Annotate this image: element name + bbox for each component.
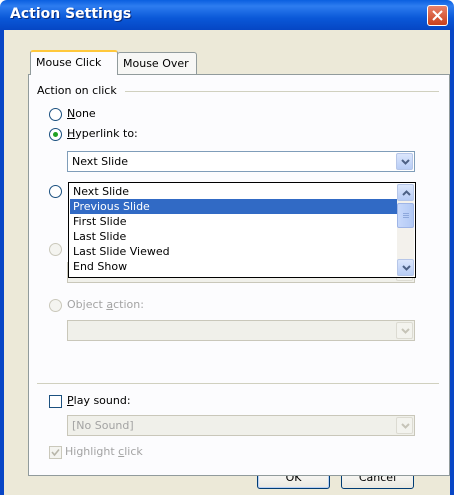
play-sound-checkbox[interactable]: [49, 395, 62, 408]
radio-selected-dot: [53, 132, 58, 137]
tab-mouse-over[interactable]: Mouse Over: [117, 52, 197, 74]
close-button[interactable]: [427, 5, 448, 26]
chevron-down-icon: [401, 159, 410, 165]
scroll-down-button[interactable]: [397, 259, 414, 276]
sound-combo-button: [396, 417, 413, 434]
section-divider: [37, 383, 439, 384]
radio-hidden-1[interactable]: [49, 185, 62, 198]
dropdown-option[interactable]: Next Slide: [70, 184, 398, 199]
dropdown-option[interactable]: Last Slide: [70, 229, 398, 244]
action-settings-dialog: Action Settings Mouse Click Mouse Over A…: [0, 0, 454, 495]
hyperlink-dropdown-list[interactable]: Next Slide Previous Slide First Slide La…: [68, 182, 416, 278]
hyperlink-combo-value: Next Slide: [72, 155, 128, 168]
radio-object-action-label: Object action:: [67, 298, 144, 311]
radio-hyperlink-label[interactable]: Hyperlink to:: [67, 127, 138, 140]
dropdown-option[interactable]: End Show: [70, 259, 398, 274]
object-action-combo-button: [396, 322, 413, 339]
chevron-down-icon: [401, 423, 410, 429]
radio-none-label[interactable]: None: [67, 107, 96, 120]
play-sound-label[interactable]: Play sound:: [67, 394, 131, 407]
dropdown-scrollbar[interactable]: [397, 184, 414, 276]
chevron-up-icon: [402, 190, 411, 196]
highlight-click-checkbox: [49, 446, 62, 459]
title-bar[interactable]: Action Settings: [0, 0, 454, 30]
window-frame-right: [450, 30, 454, 495]
hyperlink-combo[interactable]: Next Slide: [67, 151, 415, 172]
hyperlink-combo-button[interactable]: [396, 153, 413, 170]
chevron-down-icon: [402, 265, 411, 271]
window-title: Action Settings: [10, 6, 132, 22]
radio-object-action: [49, 299, 62, 312]
sound-combo: [No Sound]: [67, 415, 415, 436]
action-group-label: Action on click: [37, 84, 121, 97]
chevron-down-icon: [401, 328, 410, 334]
radio-hyperlink[interactable]: [49, 128, 62, 141]
dropdown-option[interactable]: Last Slide Viewed: [70, 244, 398, 259]
scroll-thumb[interactable]: [397, 203, 414, 228]
object-action-combo: [67, 320, 415, 341]
tab-mouse-over-label: Mouse Over: [123, 57, 189, 70]
dialog-client: Mouse Click Mouse Over Action on click N…: [4, 30, 450, 495]
highlight-click-label: Highlight click: [65, 445, 143, 458]
group-divider: [125, 91, 439, 92]
tab-mouse-click-label: Mouse Click: [36, 56, 102, 69]
sound-combo-value: [No Sound]: [72, 419, 134, 432]
radio-hidden-2: [49, 243, 62, 256]
dropdown-option-selected[interactable]: Previous Slide: [70, 199, 398, 214]
radio-none[interactable]: [49, 108, 62, 121]
scroll-up-button[interactable]: [397, 184, 414, 201]
dropdown-option[interactable]: First Slide: [70, 214, 398, 229]
tab-mouse-click[interactable]: Mouse Click: [30, 50, 118, 75]
close-icon: [432, 10, 443, 21]
check-icon: [51, 448, 60, 457]
